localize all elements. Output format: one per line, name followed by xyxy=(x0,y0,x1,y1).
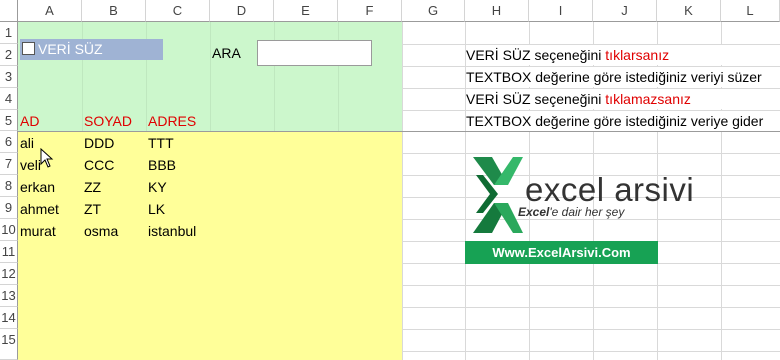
column-header-d[interactable]: D xyxy=(210,0,274,22)
column-header-g[interactable]: G xyxy=(402,0,465,22)
note-line: VERİ SÜZ seçeneğini tıklarsanız xyxy=(466,45,738,65)
column-header-f[interactable]: F xyxy=(338,0,402,22)
select-all-corner[interactable] xyxy=(0,0,18,22)
mouse-cursor-icon xyxy=(40,148,54,168)
column-header-h[interactable]: H xyxy=(465,0,529,22)
cell-soyad[interactable]: ZZ xyxy=(84,176,101,198)
website-banner[interactable]: Www.ExcelArsivi.Com xyxy=(465,241,658,264)
cell-ad[interactable]: ahmet xyxy=(20,198,59,220)
row-header-5[interactable]: 5 xyxy=(0,110,18,131)
note-text: TEXTBOX değerine göre istediğiniz veriyi… xyxy=(466,69,762,85)
column-header-e[interactable]: E xyxy=(274,0,338,22)
cell-soyad[interactable]: CCC xyxy=(84,154,114,176)
cell-ad[interactable]: murat xyxy=(20,220,56,242)
logo-wordmark: excel arsivi xyxy=(525,171,695,208)
column-header-c[interactable]: C xyxy=(146,0,210,22)
note-line: TEXTBOX değerine göre istediğiniz veriye… xyxy=(466,111,763,131)
cell-adres[interactable]: istanbul xyxy=(148,220,196,242)
row-header-8[interactable]: 8 xyxy=(0,175,18,197)
row-header-11[interactable]: 11 xyxy=(0,241,18,263)
row-header-14[interactable]: 14 xyxy=(0,307,18,329)
note-text: VERİ SÜZ seçeneğini xyxy=(466,91,606,107)
search-textbox[interactable] xyxy=(257,40,372,66)
column-header-a[interactable]: A xyxy=(18,0,82,22)
cell-adres[interactable]: LK xyxy=(148,198,165,220)
column-header-k[interactable]: K xyxy=(657,0,721,22)
note-line: TEXTBOX değerine göre istediğiniz veriyi… xyxy=(466,67,762,87)
cell-ad[interactable]: ali xyxy=(20,132,34,154)
filter-checkbox[interactable]: VERİ SÜZ xyxy=(20,39,163,60)
filter-checkbox-label: VERİ SÜZ xyxy=(38,41,103,57)
column-label-adres: ADRES xyxy=(148,113,197,129)
cell-ad[interactable]: erkan xyxy=(20,176,55,198)
cell-soyad[interactable]: DDD xyxy=(84,132,114,154)
row-header-15[interactable]: 15 xyxy=(0,329,18,360)
row-header-7[interactable]: 7 xyxy=(0,153,18,175)
checkbox-square-icon[interactable] xyxy=(22,42,35,55)
row-header-9[interactable]: 9 xyxy=(0,197,18,219)
spreadsheet: A B C D E F G H I J K L 1 2 3 4 5 6 7 8 … xyxy=(0,0,780,360)
note-text: TEXTBOX değerine göre istediğiniz veriye… xyxy=(466,113,764,129)
row-header-2[interactable]: 2 xyxy=(0,44,18,66)
row-header-3[interactable]: 3 xyxy=(0,66,18,88)
note-highlight: tıklamazsanız xyxy=(605,91,691,107)
row-header-4[interactable]: 4 xyxy=(0,88,18,110)
cell-soyad[interactable]: ZT xyxy=(84,198,101,220)
column-label-soyad: SOYAD xyxy=(84,113,132,129)
cell-adres[interactable]: BBB xyxy=(148,154,176,176)
column-header-l[interactable]: L xyxy=(721,0,780,22)
row-header-6[interactable]: 6 xyxy=(0,131,18,153)
column-label-ad: AD xyxy=(20,113,40,129)
row-header-1[interactable]: 1 xyxy=(0,22,18,44)
note-text: VERİ SÜZ seçeneğini xyxy=(466,47,606,63)
row-header-12[interactable]: 12 xyxy=(0,263,18,285)
cell-adres[interactable]: KY xyxy=(148,176,167,198)
column-header-b[interactable]: B xyxy=(82,0,146,22)
cell-soyad[interactable]: osma xyxy=(84,220,118,242)
data-zone xyxy=(18,131,403,360)
note-line: VERİ SÜZ seçeneğini tıklamazsanız xyxy=(466,89,738,109)
row-header-13[interactable]: 13 xyxy=(0,285,18,307)
column-header-j[interactable]: J xyxy=(593,0,657,22)
cell-ad[interactable]: veli xyxy=(20,154,41,176)
note-highlight: tıklarsanız xyxy=(605,47,670,63)
column-header-i[interactable]: I xyxy=(529,0,593,22)
cell-adres[interactable]: TTT xyxy=(148,132,174,154)
row-header-10[interactable]: 10 xyxy=(0,219,18,241)
logo-tagline: Excel'e dair her şey xyxy=(518,205,625,219)
search-label: ARA xyxy=(212,45,241,61)
